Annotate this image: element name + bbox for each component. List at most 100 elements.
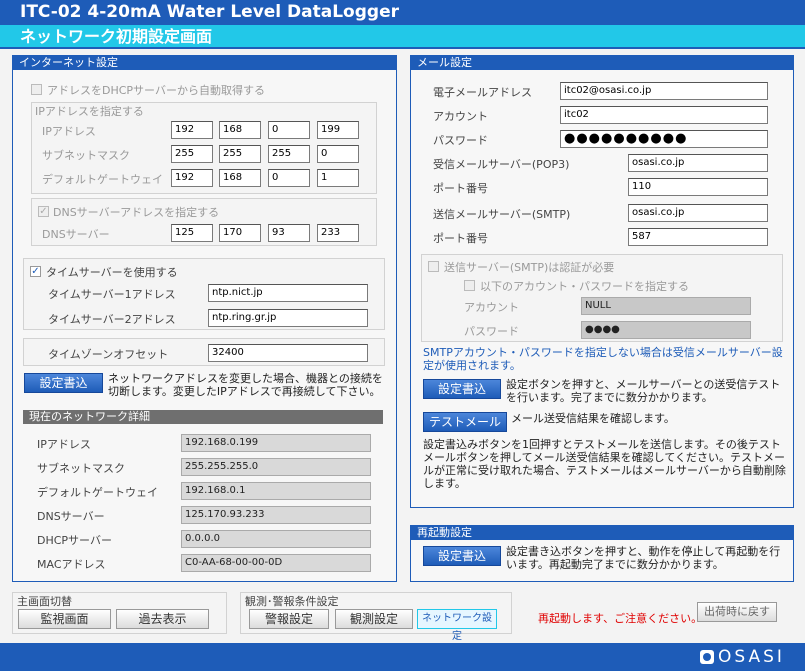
smtp-auth-label: 送信サーバー(SMTP)は認証が必要 bbox=[444, 261, 615, 274]
smtp-auth-sub-label: 以下のアカウント・パスワードを指定する bbox=[480, 280, 689, 293]
conditions-label: 観測･警報条件設定 bbox=[245, 595, 339, 608]
dns-octet-4[interactable]: 233 bbox=[317, 224, 359, 242]
smtp-auth-account-input[interactable]: NULL bbox=[581, 297, 751, 315]
ip-label: IPアドレス bbox=[42, 125, 96, 138]
reboot-description: 設定書き込ボタンを押すと、動作を停止して再起動を行います。再起動完了までに数分か… bbox=[506, 545, 781, 571]
mail-save-button[interactable]: 設定書込 bbox=[423, 379, 501, 399]
mask-octet-3[interactable]: 255 bbox=[268, 145, 310, 163]
test-mail-button[interactable]: テストメール bbox=[423, 412, 507, 432]
smtp-label: 送信メールサーバー(SMTP) bbox=[433, 208, 571, 221]
smtp-auth-checkbox[interactable] bbox=[428, 261, 439, 272]
gateway-label: デフォルトゲートウェイ bbox=[42, 173, 163, 186]
dhcp-checkbox[interactable] bbox=[31, 84, 42, 95]
timezone-input[interactable]: 32400 bbox=[208, 344, 368, 362]
internet-save-description: ネットワークアドレスを変更した場合、機器との接続を切断します。変更したIPアドレ… bbox=[108, 372, 383, 398]
pop3-input[interactable]: osasi.co.jp bbox=[628, 154, 768, 172]
factory-reset-button[interactable]: 出荷時に戻す bbox=[697, 602, 777, 622]
reboot-warning: 再起動します、ご注意ください。 bbox=[538, 612, 703, 625]
mail-info-text: 設定書込みボタンを1回押すとテストメールを送信します。その後テストメールボタンを… bbox=[423, 438, 786, 490]
smtp-auth-group: 送信サーバー(SMTP)は認証が必要 以下のアカウント・パスワードを指定する ア… bbox=[421, 254, 783, 342]
gw-octet-4[interactable]: 1 bbox=[317, 169, 359, 187]
account-input[interactable]: itc02 bbox=[560, 106, 768, 124]
current-label-ip: IPアドレス bbox=[37, 438, 91, 451]
current-value-gateway: 192.168.0.1 bbox=[181, 482, 371, 500]
dns-octet-1[interactable]: 125 bbox=[171, 224, 213, 242]
smtp-auth-account-label: アカウント bbox=[464, 301, 519, 314]
dns-octet-3[interactable]: 93 bbox=[268, 224, 310, 242]
internet-settings-header: インターネット設定 bbox=[13, 56, 396, 70]
reboot-save-button[interactable]: 設定書込 bbox=[423, 546, 501, 566]
page-title: ネットワーク初期設定画面 bbox=[0, 25, 805, 49]
mask-octet-4[interactable]: 0 bbox=[317, 145, 359, 163]
ip-group: IPアドレスを指定する IPアドレス 192 168 0 199 サブネットマス… bbox=[31, 102, 377, 194]
current-label-mask: サブネットマスク bbox=[37, 462, 125, 475]
current-label-mac: MACアドレス bbox=[37, 558, 106, 571]
ip-octet-4[interactable]: 199 bbox=[317, 121, 359, 139]
current-network-header: 現在のネットワーク詳細 bbox=[23, 410, 383, 424]
email-label: 電子メールアドレス bbox=[433, 86, 532, 99]
mask-octet-2[interactable]: 255 bbox=[219, 145, 261, 163]
time-server-group: ✓ タイムサーバーを使用する タイムサーバー1アドレス ntp.nict.jp … bbox=[23, 258, 385, 330]
current-label-dhcp: DHCPサーバー bbox=[37, 534, 112, 547]
timezone-group: タイムゾーンオフセット 32400 bbox=[23, 338, 385, 366]
current-value-dhcp: 0.0.0.0 bbox=[181, 530, 371, 548]
gw-octet-2[interactable]: 168 bbox=[219, 169, 261, 187]
test-mail-description: メール送受信結果を確認します。 bbox=[511, 412, 675, 425]
smtp-input[interactable]: osasi.co.jp bbox=[628, 204, 768, 222]
mail-settings-panel: メール設定 電子メールアドレス itc02@osasi.co.jp アカウント … bbox=[410, 55, 794, 508]
reboot-settings-header: 再起動設定 bbox=[411, 526, 793, 540]
gw-octet-3[interactable]: 0 bbox=[268, 169, 310, 187]
account-label: アカウント bbox=[433, 110, 488, 123]
observe-settings-button[interactable]: 観測設定 bbox=[335, 609, 413, 629]
time-server-checkbox[interactable]: ✓ bbox=[30, 266, 41, 277]
time-server-2-input[interactable]: ntp.ring.gr.jp bbox=[208, 309, 368, 327]
gw-octet-1[interactable]: 192 bbox=[171, 169, 213, 187]
time-server-1-input[interactable]: ntp.nict.jp bbox=[208, 284, 368, 302]
time-server-2-label: タイムサーバー2アドレス bbox=[48, 313, 176, 326]
dhcp-label: アドレスをDHCPサーバーから自動取得する bbox=[47, 84, 265, 97]
smtp-auth-password-input[interactable]: ●●●● bbox=[581, 321, 751, 339]
dns-group: ✓ DNSサーバーアドレスを指定する DNSサーバー 125 170 93 23… bbox=[31, 198, 377, 246]
smtp-auth-password-label: パスワード bbox=[464, 325, 519, 338]
mask-octet-1[interactable]: 255 bbox=[171, 145, 213, 163]
dns-checkbox[interactable]: ✓ bbox=[38, 206, 49, 217]
timezone-label: タイムゾーンオフセット bbox=[48, 348, 169, 361]
ip-octet-2[interactable]: 168 bbox=[219, 121, 261, 139]
main-switch-group: 主画面切替 監視画面 過去表示 bbox=[12, 592, 227, 634]
smtp-note: SMTPアカウント・パスワードを指定しない場合は受信メールサーバー設定が使用され… bbox=[423, 346, 783, 372]
smtp-port-label: ポート番号 bbox=[433, 232, 488, 245]
mask-label: サブネットマスク bbox=[42, 149, 130, 162]
pop3-port-label: ポート番号 bbox=[433, 182, 488, 195]
footer-bar: OSASI bbox=[0, 643, 805, 671]
time-server-1-label: タイムサーバー1アドレス bbox=[48, 288, 176, 301]
alarm-settings-button[interactable]: 警報設定 bbox=[249, 609, 329, 629]
current-value-mask: 255.255.255.0 bbox=[181, 458, 371, 476]
internet-settings-panel: インターネット設定 アドレスをDHCPサーバーから自動取得する IPアドレスを指… bbox=[12, 55, 397, 582]
internet-save-button[interactable]: 設定書込 bbox=[24, 373, 103, 393]
conditions-group: 観測･警報条件設定 警報設定 観測設定 ネットワーク設定 bbox=[240, 592, 512, 642]
email-input[interactable]: itc02@osasi.co.jp bbox=[560, 82, 768, 100]
password-input[interactable]: ●●●●●●●●●● bbox=[560, 130, 768, 148]
main-switch-label: 主画面切替 bbox=[17, 595, 72, 608]
dns-octet-2[interactable]: 170 bbox=[219, 224, 261, 242]
time-server-label: タイムサーバーを使用する bbox=[46, 266, 178, 279]
history-button[interactable]: 過去表示 bbox=[116, 609, 209, 629]
pop3-port-input[interactable]: 110 bbox=[628, 178, 768, 196]
current-label-dns: DNSサーバー bbox=[37, 510, 105, 523]
password-label: パスワード bbox=[433, 134, 488, 147]
app-title: ITC-02 4-20mA Water Level DataLogger bbox=[0, 0, 805, 25]
smtp-port-input[interactable]: 587 bbox=[628, 228, 768, 246]
current-value-mac: C0-AA-68-00-00-0D bbox=[181, 554, 371, 572]
monitor-button[interactable]: 監視画面 bbox=[18, 609, 111, 629]
mail-save-description: 設定ボタンを押すと、メールサーバーとの送受信テストを行います。完了までに数分かか… bbox=[506, 378, 781, 404]
smtp-auth-sub-checkbox[interactable] bbox=[464, 280, 475, 291]
current-value-dns: 125.170.93.233 bbox=[181, 506, 371, 524]
ip-octet-1[interactable]: 192 bbox=[171, 121, 213, 139]
reboot-settings-panel: 再起動設定 設定書込 設定書き込ボタンを押すと、動作を停止して再起動を行います。… bbox=[410, 525, 794, 582]
network-settings-button[interactable]: ネットワーク設定 bbox=[417, 609, 497, 642]
dns-label: DNSサーバー bbox=[42, 228, 110, 241]
mail-settings-header: メール設定 bbox=[411, 56, 793, 70]
ip-octet-3[interactable]: 0 bbox=[268, 121, 310, 139]
pop3-label: 受信メールサーバー(POP3) bbox=[433, 158, 570, 171]
current-label-gateway: デフォルトゲートウェイ bbox=[37, 486, 158, 499]
